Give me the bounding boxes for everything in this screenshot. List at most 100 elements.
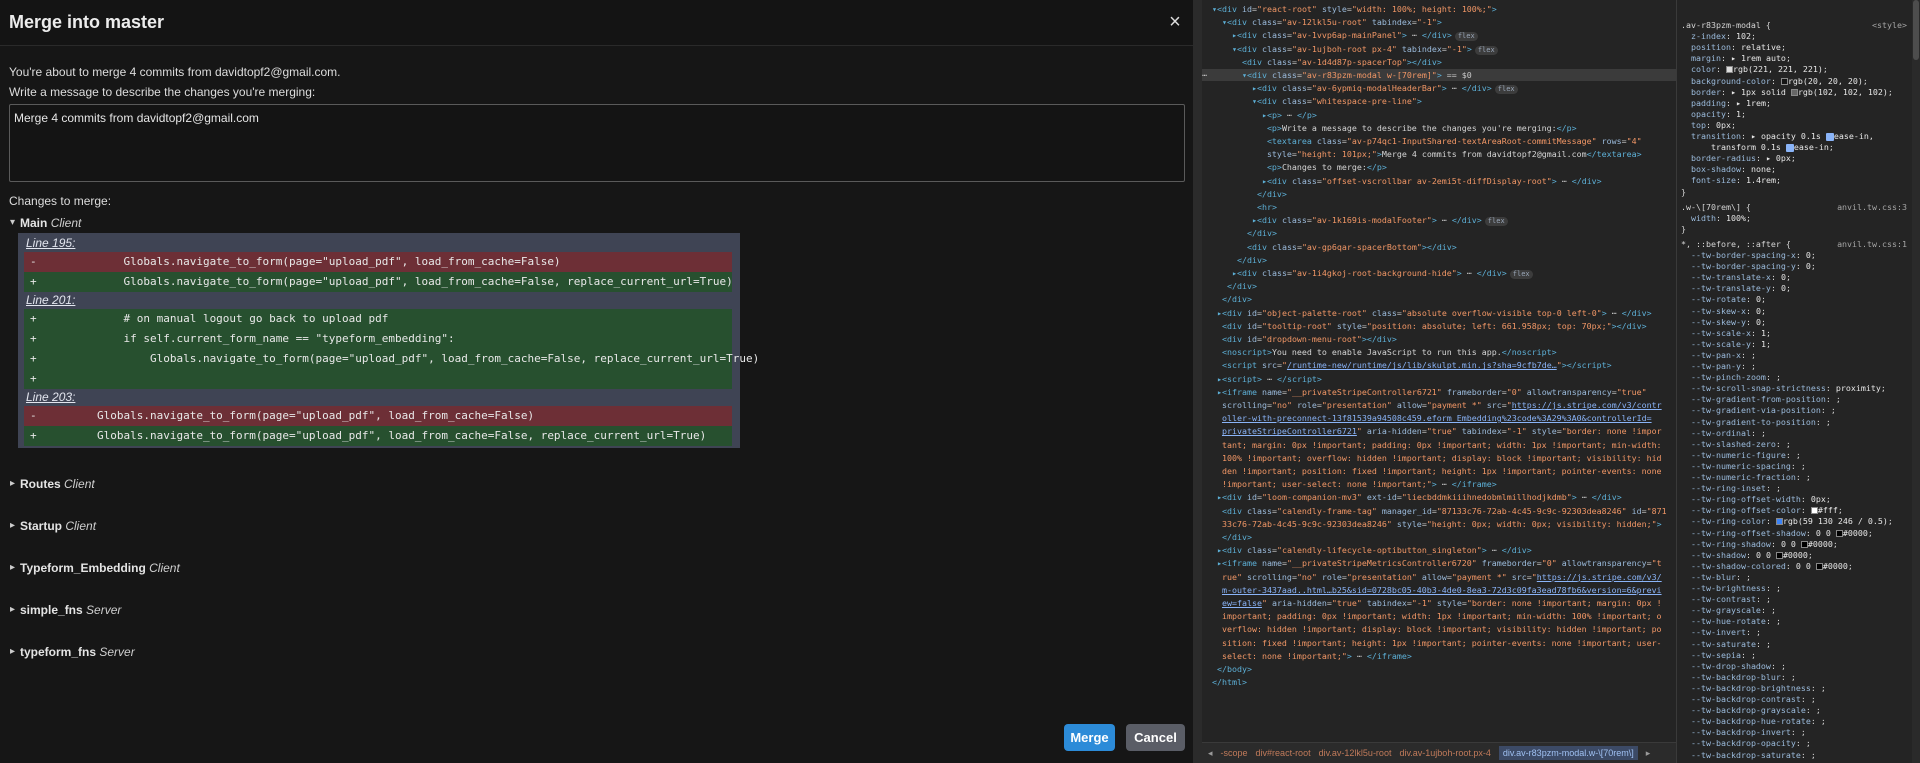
dom-tree-node[interactable]: 100% !important; overflow: hidden !impor… (1202, 452, 1676, 464)
css-declaration[interactable]: top: 0px; (1681, 120, 1913, 131)
css-declaration[interactable]: --tw-pan-x: ; (1681, 350, 1913, 361)
css-declaration[interactable]: --tw-contrast: ; (1681, 594, 1913, 605)
dom-tree-node[interactable]: <hr> (1202, 201, 1676, 213)
css-source-link[interactable]: <style> (1872, 20, 1907, 31)
css-declaration[interactable]: color: rgb(221, 221, 221); (1681, 64, 1913, 75)
css-declaration[interactable]: --tw-scale-x: 1; (1681, 328, 1913, 339)
css-declaration[interactable]: --tw-backdrop-blur: ; (1681, 672, 1913, 683)
dom-tree-node[interactable]: </div> (1202, 227, 1676, 239)
module-toggle-typeform_fns[interactable]: ▸ typeform_fns Server (9, 642, 1185, 662)
css-declaration[interactable]: --tw-backdrop-saturate: ; (1681, 750, 1913, 761)
dom-tree-node[interactable]: <div class="av-1d4d87p-spacerTop"></div> (1202, 56, 1676, 68)
styles-scrollbar[interactable] (1912, 0, 1920, 763)
dom-tree-node[interactable]: <div id="tooltip-root" style="position: … (1202, 320, 1676, 332)
module-main-toggle[interactable]: ▾ Main Client (9, 213, 1185, 233)
css-declaration[interactable]: --tw-shadow: 0 0 #0000; (1681, 550, 1913, 561)
css-declaration[interactable]: opacity: 1; (1681, 109, 1913, 120)
css-declaration[interactable]: --tw-ring-color: rgb(59 130 246 / 0.5); (1681, 516, 1913, 527)
css-declaration[interactable]: --tw-grayscale: ; (1681, 605, 1913, 616)
dom-tree-node[interactable]: ▸<p> ⋯ </p> (1202, 109, 1676, 121)
css-declaration[interactable]: --tw-backdrop-contrast: ; (1681, 694, 1913, 705)
css-declaration[interactable]: --tw-saturate: ; (1681, 639, 1913, 650)
css-declaration[interactable]: --tw-ring-offset-width: 0px; (1681, 494, 1913, 505)
dom-tree-node[interactable]: ▸<div id="object-palette-root" class="ab… (1202, 307, 1676, 319)
css-declaration[interactable]: --tw-border-spacing-y: 0; (1681, 261, 1913, 272)
dom-tree-node[interactable]: ⋯ ▾<div class="av-r83pzm-modal w-[70rem]… (1202, 69, 1676, 81)
css-declaration[interactable]: padding: ▸ 1rem; (1681, 98, 1913, 109)
dom-tree-node[interactable]: verflow: hidden !important; display: blo… (1202, 623, 1676, 635)
dom-tree-node[interactable]: <div id="dropdown-menu-root"></div> (1202, 333, 1676, 345)
breadcrumb-item[interactable]: div#react-root (1256, 748, 1311, 758)
dom-tree-node[interactable]: scrolling="no" role="presentation" allow… (1202, 399, 1676, 411)
css-declaration[interactable]: --tw-backdrop-grayscale: ; (1681, 705, 1913, 716)
css-declaration[interactable]: transform 0.1s ease-in; (1681, 142, 1913, 153)
css-declaration[interactable]: width: 100%; (1681, 213, 1913, 224)
dom-tree-node[interactable]: <textarea class="av-p74qc1-InputShared-t… (1202, 135, 1676, 147)
dom-tree-node[interactable]: m-outer-3437aad..html…b25&sid=0728bc05-4… (1202, 584, 1676, 596)
dom-tree-node[interactable]: ▸<div id="loom-companion-mv3" ext-id="li… (1202, 491, 1676, 503)
cancel-button[interactable]: Cancel (1126, 724, 1185, 751)
dom-tree-node[interactable]: </div> (1202, 188, 1676, 200)
css-declaration[interactable]: --tw-backdrop-opacity: ; (1681, 738, 1913, 749)
dom-tree-node[interactable]: </html> (1202, 676, 1676, 688)
dom-tree-node[interactable]: </div> (1202, 280, 1676, 292)
dom-tree-node[interactable]: style="height: 101px;">Merge 4 commits f… (1202, 148, 1676, 160)
css-declaration[interactable]: --tw-gradient-from-position: ; (1681, 394, 1913, 405)
css-declaration[interactable]: box-shadow: none; (1681, 164, 1913, 175)
dom-tree-node[interactable]: sition: fixed !important; height: 1px !i… (1202, 637, 1676, 649)
commit-message-input[interactable] (9, 104, 1185, 182)
dom-tree-node[interactable]: <p>Changes to merge:</p> (1202, 161, 1676, 173)
dom-tree-node[interactable]: rue" scrolling="no" role="presentation" … (1202, 571, 1676, 583)
css-declaration[interactable]: --tw-gradient-via-position: ; (1681, 405, 1913, 416)
css-declaration[interactable]: --tw-pan-y: ; (1681, 361, 1913, 372)
css-declaration[interactable]: margin: ▸ 1rem auto; (1681, 53, 1913, 64)
css-declaration[interactable]: --tw-backdrop-invert: ; (1681, 727, 1913, 738)
breadcrumb-item[interactable]: div.av-r83pzm-modal.w-\[70rem\] (1498, 746, 1638, 760)
dom-tree-node[interactable]: select: none !important;"> ⋯ </iframe> (1202, 650, 1676, 662)
css-declaration[interactable]: --tw-ordinal: ; (1681, 428, 1913, 439)
dom-tree-node[interactable]: <p>Write a message to describe the chang… (1202, 122, 1676, 134)
dom-tree-node[interactable]: </body> (1202, 663, 1676, 675)
module-toggle-simple_fns[interactable]: ▸ simple_fns Server (9, 600, 1185, 620)
css-declaration[interactable]: --tw-pinch-zoom: ; (1681, 372, 1913, 383)
dom-tree-node[interactable]: ▸<div class="av-6ypmiq-modalHeaderBar"> … (1202, 82, 1676, 95)
dom-tree-node[interactable]: <div class="av-gp6qar-spacerBottom"></di… (1202, 241, 1676, 253)
css-declaration[interactable]: --tw-brightness: ; (1681, 583, 1913, 594)
dom-tree-node[interactable]: important; padding: 0px !important; widt… (1202, 610, 1676, 622)
css-declaration[interactable]: position: relative; (1681, 42, 1913, 53)
dom-tree-node[interactable]: ▸<iframe name="__privateStripeController… (1202, 386, 1676, 398)
css-declaration[interactable]: border: ▸ 1px solid rgb(102, 102, 102); (1681, 87, 1913, 98)
css-rule-selector[interactable]: .av-r83pzm-modal {<style> (1681, 20, 1913, 31)
dom-tree-node[interactable]: ▾<div class="whitespace-pre-line"> (1202, 95, 1676, 107)
css-declaration[interactable]: --tw-ring-inset: ; (1681, 483, 1913, 494)
dom-tree-node[interactable]: den !important; position: fixed !importa… (1202, 465, 1676, 477)
css-declaration[interactable]: --tw-blur: ; (1681, 572, 1913, 583)
dom-tree-node[interactable]: ew=false" aria-hidden="true" tabindex="-… (1202, 597, 1676, 609)
css-declaration[interactable]: --tw-drop-shadow: ; (1681, 661, 1913, 672)
scrollbar-thumb[interactable] (1913, 0, 1919, 60)
dom-tree-node[interactable]: ▸<div class="av-1i4gkoj-root-background-… (1202, 267, 1676, 279)
css-declaration[interactable]: font-size: 1.4rem; (1681, 175, 1913, 186)
css-declaration[interactable]: --tw-scale-y: 1; (1681, 339, 1913, 350)
css-declaration[interactable]: --tw-backdrop-brightness: ; (1681, 683, 1913, 694)
css-declaration[interactable]: --tw-numeric-figure: ; (1681, 450, 1913, 461)
css-declaration[interactable]: --tw-ring-shadow: 0 0 #0000; (1681, 539, 1913, 550)
crumb-scroll-left-icon[interactable]: ◂ (1208, 748, 1213, 759)
dom-tree-node[interactable]: <div class="calendly-frame-tag" manager_… (1202, 505, 1676, 517)
css-declaration[interactable]: --tw-shadow-colored: 0 0 #0000; (1681, 561, 1913, 572)
dom-tree-node[interactable]: ▸<div class="calendly-lifecycle-optibutt… (1202, 544, 1676, 556)
css-declaration[interactable]: z-index: 102; (1681, 31, 1913, 42)
css-rule-selector[interactable]: .w-\[70rem\] {anvil.tw.css:3 (1681, 202, 1913, 213)
css-declaration[interactable]: --tw-skew-y: 0; (1681, 317, 1913, 328)
module-toggle-typeform_embedding[interactable]: ▸ Typeform_Embedding Client (9, 558, 1185, 578)
dom-tree-node[interactable]: </div> (1202, 531, 1676, 543)
dom-tree-node[interactable]: privateStripeController6721" aria-hidden… (1202, 425, 1676, 437)
dom-tree-node[interactable]: <script src="/runtime-new/runtime/js/lib… (1202, 359, 1676, 371)
css-source-link[interactable]: anvil.tw.css:3 (1837, 202, 1907, 213)
css-declaration[interactable]: --tw-ring-offset-shadow: 0 0 #0000; (1681, 528, 1913, 539)
css-declaration[interactable]: --tw-rotate: 0; (1681, 294, 1913, 305)
dom-tree-node[interactable]: ▸<iframe name="__privateStripeMetricsCon… (1202, 557, 1676, 569)
dom-tree-node[interactable]: tant; margin: 0px !important; padding: 0… (1202, 439, 1676, 451)
css-declaration[interactable]: --tw-translate-y: 0; (1681, 283, 1913, 294)
css-declaration[interactable]: --tw-translate-x: 0; (1681, 272, 1913, 283)
